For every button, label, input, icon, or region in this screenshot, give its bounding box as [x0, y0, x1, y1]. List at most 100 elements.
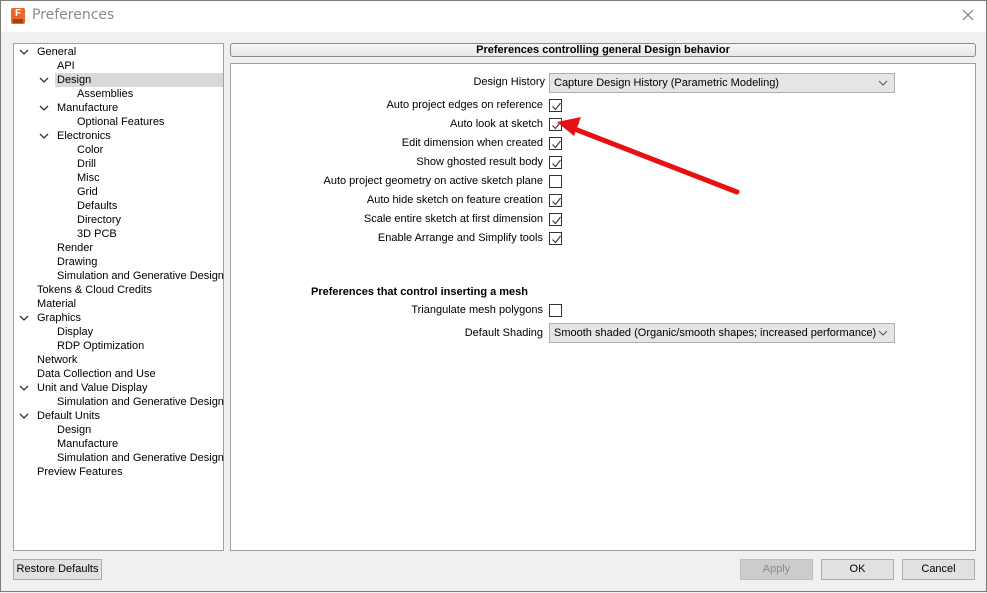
tree-item-label: Assemblies — [77, 88, 134, 100]
tree-item[interactable]: Render — [14, 241, 223, 255]
tree-item[interactable]: Graphics — [14, 311, 223, 325]
tree-item-label: Graphics — [37, 312, 82, 324]
chevron-down-icon — [39, 105, 49, 111]
tree-item-label: API — [57, 60, 75, 72]
chevron-down-icon — [878, 330, 888, 336]
tree-item-label: RDP Optimization — [57, 340, 145, 352]
tree-item-label: Grid — [77, 186, 98, 198]
tree-item[interactable]: API — [14, 59, 223, 73]
design-history-select[interactable]: Capture Design History (Parametric Model… — [549, 73, 895, 93]
preferences-dialog: F Preferences General API Design Assemblies… — [0, 0, 987, 592]
restore-defaults-button[interactable]: Restore Defaults — [13, 559, 102, 580]
expand-toggle[interactable] — [19, 47, 29, 57]
tree-item[interactable]: Network — [14, 353, 223, 367]
ok-button[interactable]: OK — [821, 559, 894, 580]
checkmark-icon — [552, 121, 561, 130]
preferences-tree[interactable]: General API Design Assemblies Manufacture Opt… — [13, 43, 224, 551]
option-row: Auto hide sketch on feature creation — [231, 192, 543, 208]
tree-item[interactable]: Simulation and Generative Design — [14, 451, 224, 465]
design-history-label: Design History — [473, 76, 545, 88]
option-checkbox[interactable] — [549, 232, 562, 245]
cancel-button[interactable]: Cancel — [902, 559, 975, 580]
window-title: Preferences — [32, 7, 115, 23]
option-label: Auto project geometry on active sketch p… — [323, 175, 543, 187]
option-checkbox[interactable] — [549, 156, 562, 169]
tree-item[interactable]: General — [14, 45, 223, 59]
tree-item[interactable]: Grid — [14, 185, 223, 199]
default-shading-label: Default Shading — [464, 327, 543, 339]
option-label: Scale entire sketch at first dimension — [363, 213, 543, 225]
chevron-down-icon — [19, 315, 29, 321]
tree-item[interactable]: Simulation and Generative Design — [14, 269, 224, 283]
tree-item-label: Display — [57, 326, 94, 338]
tree-item[interactable]: Misc — [14, 171, 223, 185]
apply-button[interactable]: Apply — [740, 559, 813, 580]
tree-item[interactable]: 3D PCB — [14, 227, 223, 241]
tree-item[interactable]: Drill — [14, 157, 223, 171]
checkmark-icon — [552, 235, 561, 244]
option-checkbox[interactable] — [549, 137, 562, 150]
tree-item[interactable]: Directory — [14, 213, 223, 227]
tree-item[interactable]: RDP Optimization — [14, 339, 223, 353]
option-checkbox[interactable] — [549, 99, 562, 112]
tree-item[interactable]: Assemblies — [14, 87, 223, 101]
option-checkbox[interactable] — [549, 175, 562, 188]
chevron-down-icon — [39, 133, 49, 139]
option-checkbox[interactable] — [549, 194, 562, 207]
tree-item-label: Tokens & Cloud Credits — [37, 284, 152, 296]
expand-toggle[interactable] — [39, 131, 49, 141]
option-checkbox[interactable] — [549, 118, 562, 131]
tree-item[interactable]: Design — [14, 73, 223, 87]
tree-item-label: Simulation and Generative Design — [57, 396, 224, 408]
tree-item-label: Default Units — [37, 410, 100, 422]
expand-toggle[interactable] — [19, 313, 29, 323]
tree-item[interactable]: Material — [14, 297, 223, 311]
option-row: Edit dimension when created — [231, 135, 543, 151]
tree-item[interactable]: Optional Features — [14, 115, 223, 129]
expand-toggle[interactable] — [39, 103, 49, 113]
default-shading-select[interactable]: Smooth shaded (Organic/smooth shapes; in… — [549, 323, 895, 343]
triangulate-checkbox[interactable] — [549, 304, 562, 317]
default-shading-row: Default Shading — [231, 325, 543, 341]
tree-item[interactable]: Color — [14, 143, 223, 157]
option-checkbox[interactable] — [549, 213, 562, 226]
tree-item[interactable]: Unit and Value Display — [14, 381, 223, 395]
tree-item-label: Unit and Value Display — [37, 382, 148, 394]
title-bar: F Preferences — [1, 1, 986, 32]
tree-item[interactable]: Design — [14, 423, 223, 437]
chevron-down-icon — [19, 413, 29, 419]
content-panel: Design History Capture Design History (P… — [230, 63, 976, 551]
tree-item[interactable]: Default Units — [14, 409, 223, 423]
tree-item-label: Design — [57, 424, 92, 436]
tree-item[interactable]: Defaults — [14, 199, 223, 213]
checkmark-icon — [552, 140, 561, 149]
design-history-value: Capture Design History (Parametric Model… — [554, 77, 779, 89]
tree-item[interactable]: Preview Features — [14, 465, 223, 479]
tree-item[interactable]: Electronics — [14, 129, 223, 143]
tree-item[interactable]: Display — [14, 325, 223, 339]
expand-toggle[interactable] — [19, 383, 29, 393]
tree-item[interactable]: Simulation and Generative Design — [14, 395, 224, 409]
tree-item[interactable]: Data Collection and Use — [14, 367, 223, 381]
tree-item-label: Data Collection and Use — [37, 368, 156, 380]
tree-item[interactable]: Manufacture — [14, 437, 223, 451]
tree-item[interactable]: Tokens & Cloud Credits — [14, 283, 223, 297]
tree-item-label: Network — [37, 354, 78, 366]
close-button[interactable] — [956, 5, 980, 27]
expand-toggle[interactable] — [19, 411, 29, 421]
fusion-app-icon: F — [11, 8, 25, 24]
tree-item-label: Defaults — [77, 200, 118, 212]
expand-toggle[interactable] — [39, 75, 49, 85]
option-row: Enable Arrange and Simplify tools — [231, 230, 543, 246]
tree-item-label: Design — [55, 73, 223, 87]
chevron-down-icon — [19, 49, 29, 55]
checkmark-icon — [552, 159, 561, 168]
tree-item-label: Color — [77, 144, 104, 156]
tree-item[interactable]: Drawing — [14, 255, 223, 269]
option-row: Auto project geometry on active sketch p… — [231, 173, 543, 189]
tree-item-label: Optional Features — [77, 116, 165, 128]
triangulate-row: Triangulate mesh polygons — [231, 302, 543, 318]
tree-item[interactable]: Manufacture — [14, 101, 223, 115]
option-row: Show ghosted result body — [231, 154, 543, 170]
tree-item-label: Material — [37, 298, 77, 310]
